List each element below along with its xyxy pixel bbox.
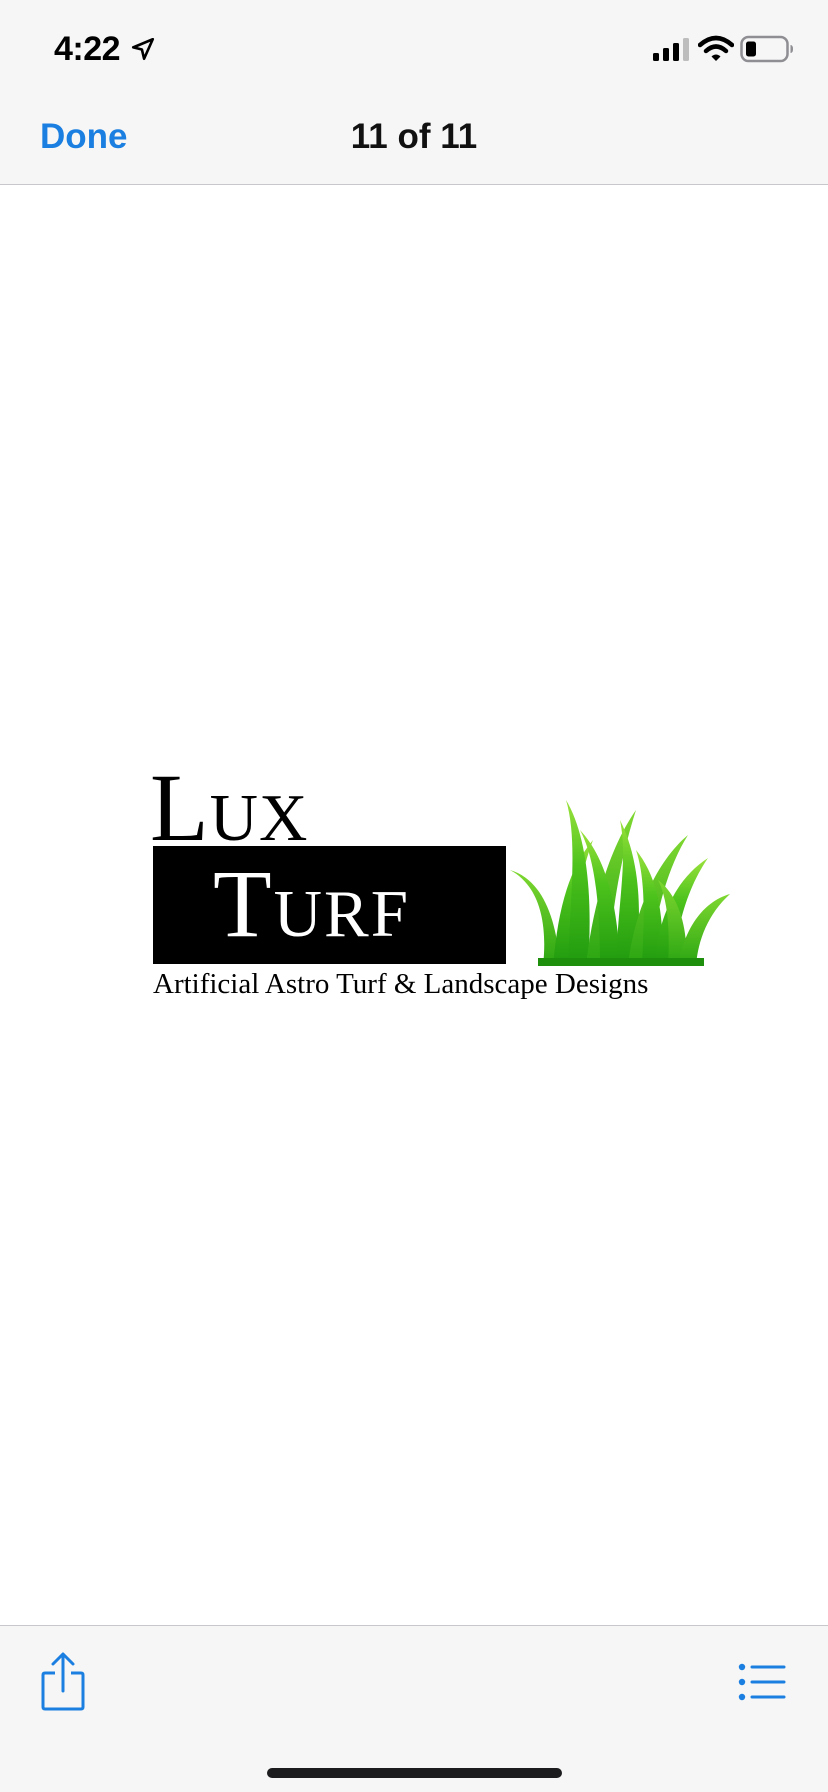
logo-word-lux: Lux (150, 754, 309, 861)
wifi-icon (698, 35, 734, 61)
status-time: 4:22 (54, 30, 121, 68)
logo-black-banner: Turf (153, 846, 506, 964)
page-counter: 11 of 11 (350, 117, 478, 156)
logo-word-turf: Turf (213, 850, 410, 957)
share-icon[interactable] (40, 1651, 86, 1711)
battery-icon (740, 35, 793, 63)
home-indicator[interactable] (267, 1768, 562, 1778)
cellular-signal-icon (653, 38, 689, 61)
navigation-bar: Done 11 of 11 (0, 95, 828, 185)
bottom-toolbar (0, 1625, 828, 1792)
grass-icon (510, 800, 730, 966)
list-icon[interactable] (738, 1663, 786, 1701)
status-bar: 4:22 (0, 0, 828, 95)
lux-turf-logo: Lux Turf Artificial Astro Turf & Landsca… (150, 760, 730, 1020)
logo-tagline: Artificial Astro Turf & Landscape Design… (153, 968, 649, 1000)
location-arrow-icon (131, 37, 155, 61)
document-viewer[interactable]: Lux Turf Artificial Astro Turf & Landsca… (0, 185, 828, 1625)
